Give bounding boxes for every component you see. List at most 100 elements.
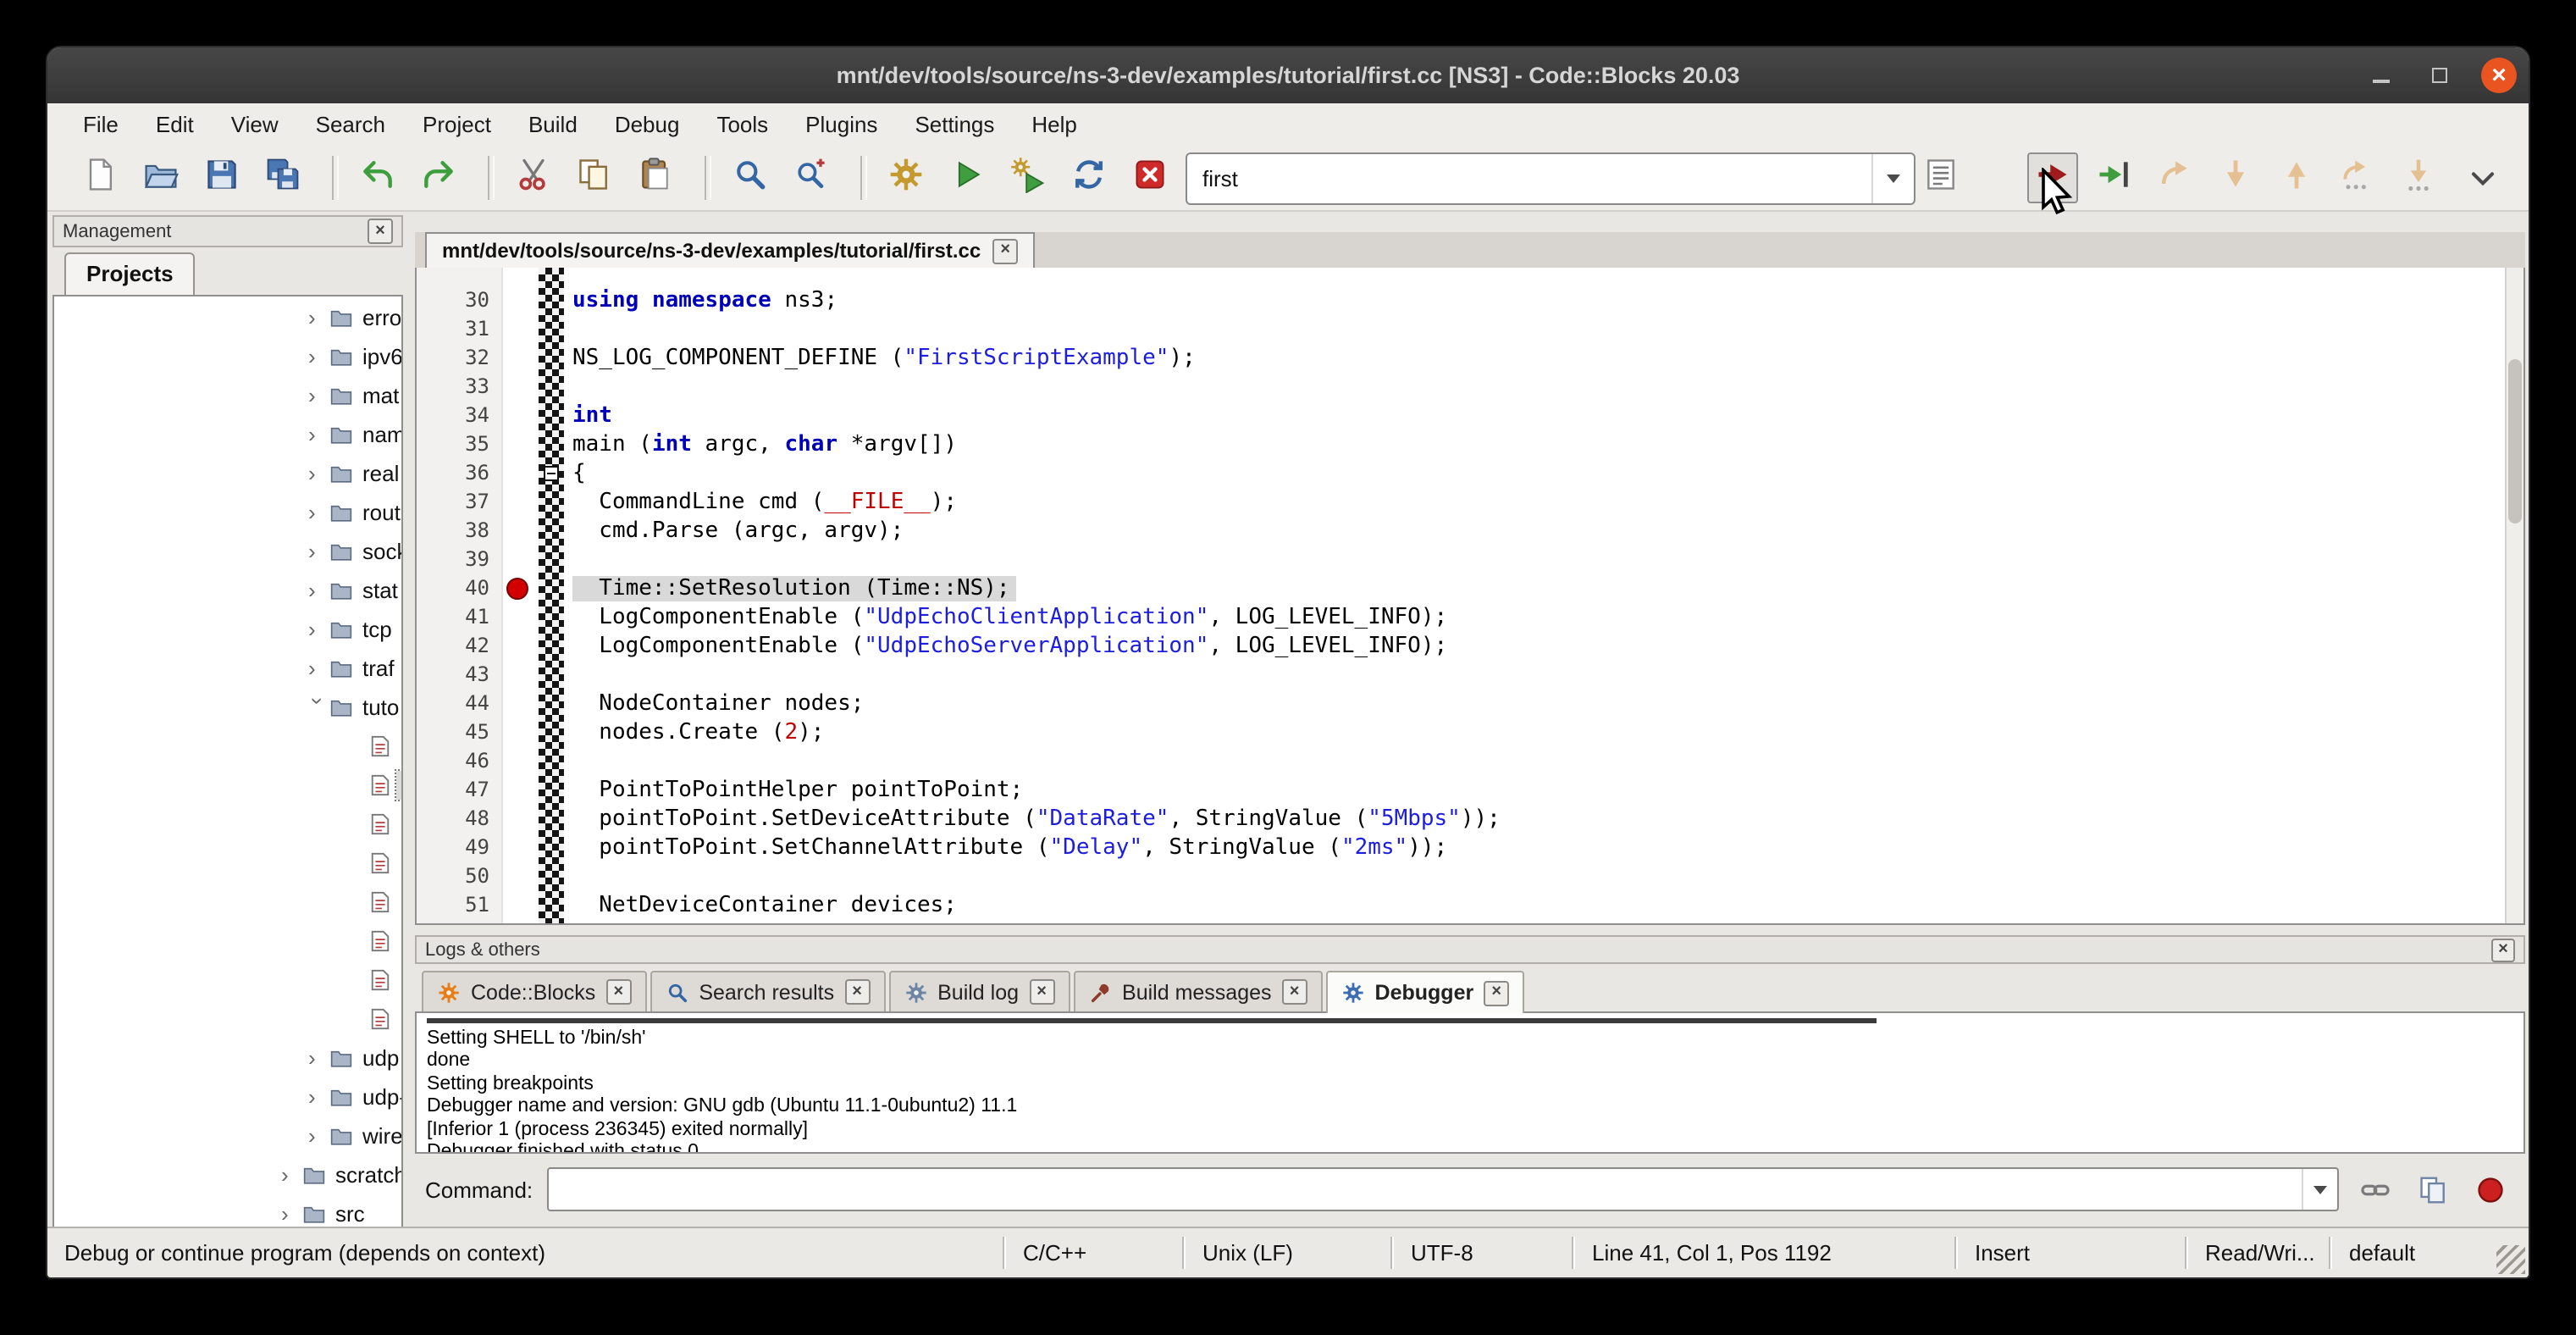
copy-log-button[interactable]: [2410, 1167, 2454, 1211]
fold-margin[interactable]: [539, 315, 564, 344]
code-line[interactable]: 43: [417, 661, 2523, 690]
cut-button[interactable]: [508, 152, 559, 203]
stop-debugger-button[interactable]: [2468, 1167, 2512, 1211]
chevron-collapsed-icon[interactable]: [308, 424, 330, 446]
breakpoint-margin[interactable]: [501, 690, 539, 718]
breakpoint-margin[interactable]: [501, 891, 539, 920]
step-out-button[interactable]: [2271, 152, 2322, 203]
fold-margin[interactable]: [539, 891, 564, 920]
command-combobox[interactable]: [546, 1167, 2339, 1211]
tab-projects[interactable]: Projects: [64, 252, 196, 295]
step-into-instruction-button[interactable]: [2393, 152, 2444, 203]
breakpoint-margin[interactable]: [501, 747, 539, 776]
close-tab-icon[interactable]: [1029, 979, 1054, 1005]
fold-collapse-icon[interactable]: [544, 466, 559, 481]
new-file-button[interactable]: [75, 152, 125, 203]
abort-build-button[interactable]: [1125, 152, 1175, 203]
code-line[interactable]: 33: [417, 373, 2523, 402]
menu-edit[interactable]: Edit: [137, 103, 213, 146]
chevron-collapsed-icon[interactable]: [308, 1125, 330, 1147]
tree-item-nam[interactable]: nam: [54, 415, 401, 454]
tree-item-rout[interactable]: rout: [54, 493, 401, 532]
breakpoint-margin[interactable]: [501, 661, 539, 690]
close-logs-icon[interactable]: [2491, 938, 2515, 961]
close-management-icon[interactable]: [368, 219, 393, 244]
tree-item-th[interactable]: th: [54, 1000, 401, 1039]
run-button[interactable]: [942, 152, 992, 203]
code-line[interactable]: 34int: [417, 402, 2523, 430]
maximize-button[interactable]: [2422, 58, 2457, 93]
code-line[interactable]: 45 nodes.Create (2);: [417, 718, 2523, 747]
chevron-collapsed-icon[interactable]: [281, 1164, 303, 1186]
select-target-button[interactable]: [1915, 152, 1966, 203]
fold-margin[interactable]: [539, 776, 564, 805]
breakpoint-margin[interactable]: [501, 574, 539, 603]
breakpoint-margin[interactable]: [501, 862, 539, 891]
breakpoint-margin[interactable]: [501, 517, 539, 546]
tree-item-udp[interactable]: udp-: [54, 1077, 401, 1116]
combobox-arrow-icon[interactable]: [1871, 153, 1914, 202]
tree-item-real[interactable]: real: [54, 454, 401, 493]
menu-build[interactable]: Build: [510, 103, 596, 146]
close-editor-tab-icon[interactable]: [992, 238, 1018, 263]
tree-item-ipv6[interactable]: ipv6: [54, 337, 401, 376]
close-tab-icon[interactable]: [1484, 980, 1509, 1005]
menu-view[interactable]: View: [213, 103, 297, 146]
tree-item-fo[interactable]: fo: [54, 805, 401, 844]
breakpoint-margin[interactable]: [501, 805, 539, 834]
menu-file[interactable]: File: [64, 103, 137, 146]
code-line[interactable]: 51 NetDeviceContainer devices;: [417, 891, 2523, 920]
breakpoint-margin[interactable]: [501, 718, 539, 747]
code-line[interactable]: 49 pointToPoint.SetChannelAttribute ("De…: [417, 834, 2523, 862]
resize-grip[interactable]: [2496, 1245, 2525, 1274]
code-line[interactable]: 48 pointToPoint.SetDeviceAttribute ("Dat…: [417, 805, 2523, 834]
tree-item-sock[interactable]: sock: [54, 532, 401, 571]
tree-item-mat[interactable]: mat: [54, 376, 401, 415]
code-line[interactable]: 40 Time::SetResolution (Time::NS);: [417, 574, 2523, 603]
code-line[interactable]: 32NS_LOG_COMPONENT_DEFINE ("FirstScriptE…: [417, 344, 2523, 373]
command-dropdown-icon[interactable]: [2302, 1169, 2337, 1210]
save-file-button[interactable]: [196, 152, 247, 203]
breakpoint-margin[interactable]: [501, 373, 539, 402]
breakpoint-margin[interactable]: [501, 402, 539, 430]
chevron-collapsed-icon[interactable]: [308, 618, 330, 640]
tree-item-fif[interactable]: fif: [54, 727, 401, 766]
fold-margin[interactable]: [539, 603, 564, 632]
fold-margin[interactable]: [539, 661, 564, 690]
fold-margin[interactable]: [539, 805, 564, 834]
logs-tab-code-blocks[interactable]: Code::Blocks: [422, 971, 646, 1011]
code-line[interactable]: 52 devices = pointToPoint.Install (nodes…: [417, 920, 2523, 925]
code-line[interactable]: 39: [417, 546, 2523, 574]
tree-item-erro[interactable]: erro: [54, 298, 401, 337]
next-line-button[interactable]: [2149, 152, 2200, 203]
scrollbar-thumb[interactable]: [2508, 359, 2522, 523]
chevron-collapsed-icon[interactable]: [308, 385, 330, 407]
chevron-collapsed-icon[interactable]: [308, 579, 330, 601]
breakpoint-margin[interactable]: [501, 459, 539, 488]
redo-button[interactable]: [413, 152, 464, 203]
code-line[interactable]: 47 PointToPointHelper pointToPoint;: [417, 776, 2523, 805]
open-file-button[interactable]: [135, 152, 186, 203]
menu-tools[interactable]: Tools: [698, 103, 787, 146]
minimize-button[interactable]: [2363, 58, 2398, 93]
fold-margin[interactable]: [539, 430, 564, 459]
build-and-run-button[interactable]: [1003, 152, 1053, 203]
code-line[interactable]: 46: [417, 747, 2523, 776]
breakpoint-margin[interactable]: [501, 286, 539, 315]
chevron-collapsed-icon[interactable]: [308, 463, 330, 485]
fold-margin[interactable]: [539, 834, 564, 862]
chevron-collapsed-icon[interactable]: [308, 1047, 330, 1069]
tree-item-se[interactable]: se: [54, 883, 401, 922]
logs-tab-build-log[interactable]: Build log: [888, 971, 1070, 1011]
step-into-button[interactable]: [2210, 152, 2261, 203]
chevron-collapsed-icon[interactable]: [308, 657, 330, 679]
fold-margin[interactable]: [539, 459, 564, 488]
breakpoint-icon[interactable]: [506, 578, 528, 600]
tree-item-se[interactable]: se: [54, 922, 401, 961]
tree-item-scratch[interactable]: scratch: [54, 1155, 401, 1194]
fold-margin[interactable]: [539, 632, 564, 661]
breakpoint-margin[interactable]: [501, 920, 539, 925]
breakpoint-margin[interactable]: [501, 546, 539, 574]
fold-margin[interactable]: [539, 517, 564, 546]
editor-tab-first-cc[interactable]: mnt/dev/tools/source/ns-3-dev/examples/t…: [425, 232, 1035, 268]
